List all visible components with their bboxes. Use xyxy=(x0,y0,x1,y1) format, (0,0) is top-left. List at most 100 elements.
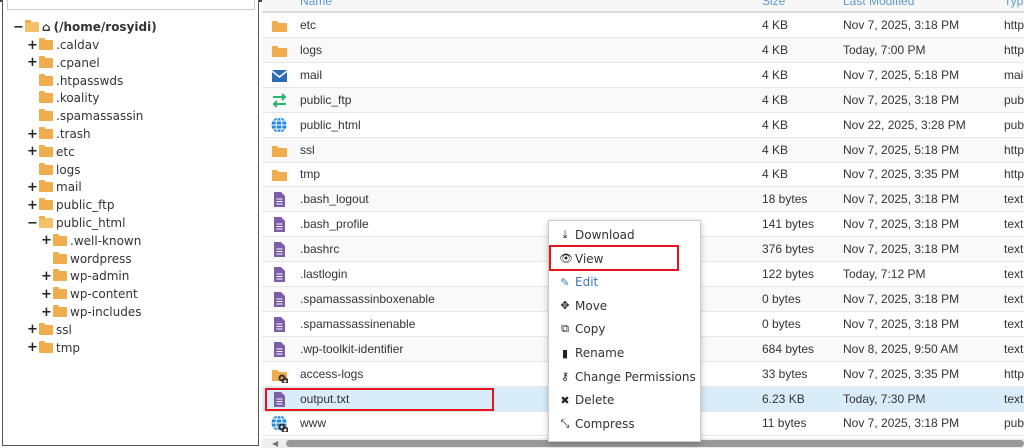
table-row[interactable]: .bash_logout 18 bytes Nov 7, 2025, 3:18 PM… xyxy=(262,187,1024,213)
table-row[interactable]: ssl 4 KB Nov 7, 2025, 5:18 PM http xyxy=(262,137,1024,163)
file-name[interactable]: .lastlogin xyxy=(300,267,347,281)
tree-item-label: public_html xyxy=(56,216,126,230)
file-name[interactable]: output.txt xyxy=(300,392,349,406)
expand-icon[interactable]: + xyxy=(27,198,38,213)
file-icon: ▮ xyxy=(561,346,569,360)
tree-item[interactable]: .koality xyxy=(27,89,100,107)
file-name[interactable]: public_ftp xyxy=(300,93,351,107)
tree-item[interactable]: + ssl xyxy=(27,321,72,339)
header-name[interactable]: Name xyxy=(300,0,332,8)
table-row[interactable]: logs 4 KB Today, 7:00 PM http xyxy=(262,37,1024,63)
collapse-icon[interactable]: − xyxy=(13,20,24,35)
tree-item[interactable]: + wp-admin xyxy=(41,267,129,285)
menu-item-download[interactable]: ⤓ Download xyxy=(559,225,635,245)
expand-icon[interactable]: + xyxy=(27,38,38,53)
menu-item-rename[interactable]: ▮ Rename xyxy=(559,343,624,363)
scroll-left-icon[interactable]: ◀ xyxy=(272,439,278,448)
file-type: http xyxy=(1004,18,1024,32)
tree-item[interactable]: + .caldav xyxy=(27,36,99,54)
header-type[interactable]: Typ xyxy=(1004,0,1023,8)
expand-icon[interactable]: + xyxy=(27,144,38,159)
menu-item-compress[interactable]: ⤡ Compress xyxy=(559,414,635,434)
table-row[interactable]: public_html 4 KB Nov 22, 2025, 3:28 PM pub xyxy=(262,113,1024,138)
menu-item-view[interactable]: 👁 View xyxy=(559,249,603,269)
folder-icon xyxy=(271,142,288,159)
file-icon xyxy=(271,191,288,208)
folder-icon xyxy=(53,287,67,300)
folder-icon xyxy=(271,17,288,34)
menu-item-change-permissions[interactable]: ⚷ Change Permissions xyxy=(559,367,696,387)
tree-item[interactable]: + .trash xyxy=(27,125,91,143)
tree-item[interactable]: + tmp xyxy=(27,339,80,357)
tree-item[interactable]: wordpress xyxy=(41,250,132,268)
tree-item-label: tmp xyxy=(56,340,81,355)
file-name[interactable]: access-logs xyxy=(300,367,363,381)
file-name[interactable]: logs xyxy=(300,43,322,57)
tree-root[interactable]: − ⌂ (/home/rosyidi) xyxy=(13,18,157,36)
file-name[interactable]: www xyxy=(300,416,326,430)
file-modified: Nov 7, 2025, 3:18 PM xyxy=(843,291,960,306)
tree-item[interactable]: + mail xyxy=(27,178,82,196)
tree-item-label: wp-includes xyxy=(70,305,142,319)
expand-icon[interactable]: + xyxy=(27,180,38,195)
table-row[interactable]: public_ftp 4 KB Nov 7, 2025, 3:18 PM pub xyxy=(262,87,1024,113)
file-name[interactable]: tmp xyxy=(300,167,320,181)
tree-item[interactable]: .spamassassin xyxy=(27,107,143,125)
tree-item[interactable]: .htpasswds xyxy=(27,72,123,90)
folder-open-icon xyxy=(25,20,39,32)
folder-icon xyxy=(53,233,67,246)
file-modified: Nov 7, 2025, 3:18 PM xyxy=(843,92,960,107)
table-row[interactable]: etc 4 KB Nov 7, 2025, 3:18 PM http xyxy=(262,13,1024,38)
table-row[interactable]: tmp 4 KB Nov 7, 2025, 3:35 PM http xyxy=(262,162,1024,188)
tree-item[interactable]: + wp-content xyxy=(41,285,138,303)
expand-icon[interactable]: + xyxy=(41,269,52,284)
file-name[interactable]: mail xyxy=(300,68,322,82)
file-name[interactable]: .bash_profile xyxy=(300,217,369,231)
header-modified[interactable]: Last Modified xyxy=(843,0,914,8)
file-name[interactable]: .bashrc xyxy=(300,242,339,256)
file-type: pub xyxy=(1004,416,1024,431)
globe-icon xyxy=(271,116,288,134)
file-name[interactable]: ssl xyxy=(300,143,315,157)
file-modified: Nov 7, 2025, 3:18 PM xyxy=(843,192,960,207)
file-name[interactable]: .wp-toolkit-identifier xyxy=(300,342,403,356)
collapse-icon[interactable]: − xyxy=(27,216,38,231)
menu-item-delete[interactable]: ✖ Delete xyxy=(559,390,614,410)
folder-icon xyxy=(271,166,288,183)
tree-item[interactable]: + etc xyxy=(27,143,75,161)
menu-item-move[interactable]: ✥ Move xyxy=(559,296,607,316)
folder-icon xyxy=(53,305,67,317)
expand-icon[interactable]: + xyxy=(27,127,38,142)
expand-icon[interactable]: + xyxy=(41,233,52,248)
header-size[interactable]: Size xyxy=(762,0,785,8)
tree-item[interactable]: + wp-includes xyxy=(41,303,142,321)
file-size: 4 KB xyxy=(762,42,789,57)
folder-icon xyxy=(53,251,67,264)
tree-item[interactable]: + .cpanel xyxy=(27,54,100,72)
menu-item-copy[interactable]: ⧉ Copy xyxy=(559,319,605,339)
tree-item-label: wp-content xyxy=(70,287,138,302)
download-icon: ⤓ xyxy=(562,228,568,241)
file-name[interactable]: .bash_logout xyxy=(300,192,369,206)
file-name[interactable]: etc xyxy=(300,18,316,32)
tree-root-label: (/home/rosyidi) xyxy=(53,20,157,34)
expand-icon[interactable]: + xyxy=(27,322,38,337)
expand-icon[interactable]: + xyxy=(41,287,52,302)
copy-icon: ⧉ xyxy=(561,322,569,336)
expand-icon[interactable]: + xyxy=(27,55,38,70)
tree-item-label: .cpanel xyxy=(56,55,100,70)
expand-icon[interactable]: + xyxy=(27,340,38,355)
expand-icon[interactable]: + xyxy=(41,305,52,320)
file-name[interactable]: public_html xyxy=(300,118,361,132)
file-name[interactable]: .spamassassinboxenable xyxy=(300,292,435,306)
table-row[interactable]: mail 4 KB Nov 7, 2025, 5:18 PM mai xyxy=(262,63,1024,88)
folder-icon xyxy=(39,109,53,122)
tree-item[interactable]: + public_ftp xyxy=(27,196,114,214)
file-name[interactable]: .spamassassinenable xyxy=(300,317,415,331)
tree-search-box[interactable] xyxy=(7,0,255,10)
file-type: text xyxy=(1004,242,1024,257)
menu-item-edit[interactable]: ✎ Edit xyxy=(559,272,598,292)
tree-item[interactable]: logs xyxy=(27,161,81,179)
tree-item[interactable]: + .well-known xyxy=(41,232,141,250)
tree-item[interactable]: − public_html xyxy=(27,214,125,232)
